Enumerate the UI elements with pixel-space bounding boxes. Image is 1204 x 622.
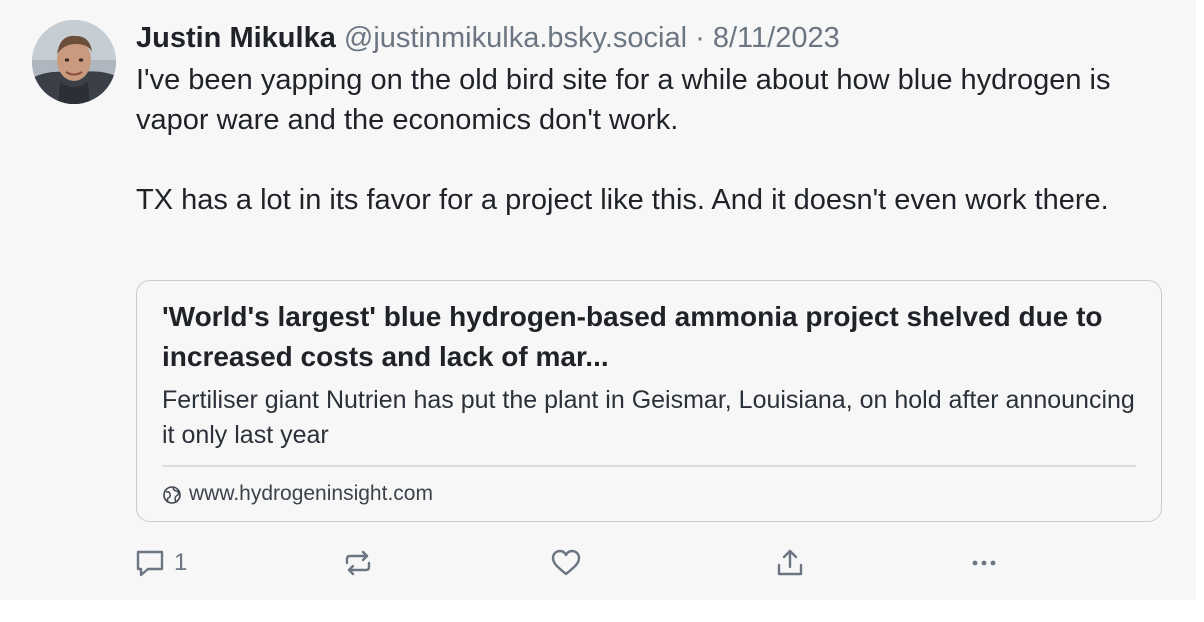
post-text-paragraph: I've been yapping on the old bird site f… [136,64,1111,136]
avatar-photo [32,20,116,104]
reply-button[interactable]: 1 [134,545,187,581]
embed-domain-text: www.hydrogeninsight.com [189,482,433,505]
embed-title: 'World's largest' blue hydrogen-based am… [162,301,1103,372]
link-embed-card[interactable]: 'World's largest' blue hydrogen-based am… [136,280,1162,522]
share-button[interactable] [774,545,806,581]
globe-icon [162,484,182,504]
more-icon [968,547,1000,579]
post-content: Justin Mikulka @justinmikulka.bsky.socia… [136,18,1176,522]
share-icon [774,547,806,579]
post-actions: 1 [134,545,1034,581]
author-name[interactable]: Justin Mikulka [136,22,336,54]
post-card[interactable]: Justin Mikulka @justinmikulka.bsky.socia… [0,0,1196,600]
avatar[interactable] [32,20,116,104]
reply-icon [134,547,166,579]
author-handle[interactable]: @justinmikulka.bsky.social [344,22,687,54]
post-text-paragraph: TX has a lot in its favor for a project … [136,184,1109,216]
more-options-button[interactable] [968,545,1000,581]
embed-description: Fertiliser giant Nutrien has put the pla… [162,386,1135,449]
heart-icon [550,547,582,579]
post-date[interactable]: 8/11/2023 [713,22,840,54]
post-header: Justin Mikulka @justinmikulka.bsky.socia… [136,18,1176,58]
like-button[interactable] [550,545,582,581]
repost-icon [342,547,374,579]
embed-divider [162,465,1136,467]
post-text: I've been yapping on the old bird site f… [136,60,1176,220]
embed-domain: www.hydrogeninsight.com [162,479,433,509]
reply-count: 1 [174,549,188,576]
header-separator: · [695,22,705,54]
repost-button[interactable] [342,545,374,581]
